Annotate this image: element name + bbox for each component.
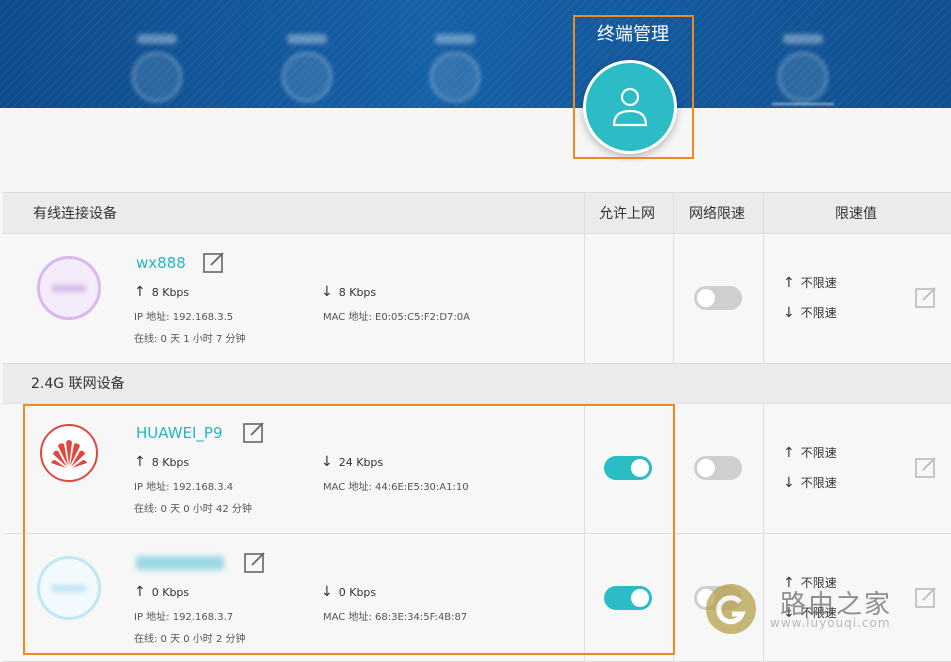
nav-tab-wifi[interactable] bbox=[405, 34, 505, 102]
upload-speed: 0 Kbps bbox=[151, 586, 190, 599]
watermark-url: www.luyouqi.com bbox=[770, 616, 891, 630]
watermark: 路由之家 www.luyouqi.com bbox=[706, 582, 946, 638]
wifi-icon bbox=[430, 52, 480, 102]
section-header: 2.4G 联网设备 bbox=[3, 364, 951, 404]
top-nav-bar: 终端管理 bbox=[0, 0, 951, 108]
watermark-logo-icon bbox=[706, 584, 756, 634]
ip-address: IP 地址: 192.168.3.7 bbox=[134, 612, 234, 623]
edit-limit-icon[interactable] bbox=[915, 286, 937, 308]
device-avatar: ▪▪▪▪▪ bbox=[37, 556, 101, 620]
mac-address: MAC 地址: E0:05:C5:F2:D7:0A bbox=[323, 312, 470, 323]
table-header: 有线连接设备 允许上网 网络限速 限速值 bbox=[3, 192, 951, 234]
nav-tab-device-management[interactable] bbox=[583, 60, 677, 154]
col-allow-internet: 允许上网 bbox=[599, 206, 655, 222]
online-time: 在线: 0 天 0 小时 2 分钟 bbox=[134, 634, 246, 645]
download-limit: 不限速 bbox=[800, 306, 837, 320]
nav-tab-more[interactable] bbox=[753, 34, 853, 102]
nav-tab-internet[interactable] bbox=[257, 34, 357, 102]
upload-limit: 不限速 bbox=[800, 446, 837, 460]
col-limit-value: 限速值 bbox=[835, 206, 877, 222]
col-wired-devices: 有线连接设备 bbox=[33, 206, 117, 222]
upload-speed: 8 Kbps bbox=[151, 456, 190, 469]
speed-limit-toggle[interactable] bbox=[694, 456, 742, 480]
chip-icon bbox=[282, 52, 332, 102]
online-time: 在线: 0 天 0 小时 42 分钟 bbox=[134, 504, 252, 515]
huawei-logo-icon bbox=[40, 424, 98, 482]
speed-limit-toggle[interactable] bbox=[694, 286, 742, 310]
download-speed: 24 Kbps bbox=[338, 456, 384, 469]
upload-speed: 8 Kbps bbox=[151, 286, 190, 299]
allow-internet-toggle[interactable] bbox=[604, 456, 652, 480]
nav-tab-home[interactable] bbox=[107, 34, 207, 102]
col-speed-limit: 网络限速 bbox=[689, 206, 745, 222]
menu-icon bbox=[778, 52, 828, 102]
mac-address: MAC 地址: 68:3E:34:5F:4B:87 bbox=[323, 612, 468, 623]
upload-limit: 不限速 bbox=[800, 276, 837, 290]
edit-name-icon[interactable] bbox=[243, 421, 265, 443]
device-avatar: ▪▪▪▪▪ bbox=[37, 256, 101, 320]
home-icon bbox=[132, 52, 182, 102]
online-time: 在线: 0 天 1 小时 7 分钟 bbox=[134, 334, 246, 345]
download-speed: 0 Kbps bbox=[338, 586, 377, 599]
download-speed: 8 Kbps bbox=[338, 286, 377, 299]
edit-limit-icon[interactable] bbox=[915, 456, 937, 478]
ip-address: IP 地址: 192.168.3.5 bbox=[134, 312, 234, 323]
edit-name-icon[interactable] bbox=[244, 551, 266, 573]
device-name: wx888 bbox=[136, 254, 186, 272]
download-limit: 不限速 bbox=[800, 476, 837, 490]
device-name bbox=[136, 556, 224, 570]
nav-underline bbox=[772, 103, 834, 105]
section-title: 2.4G 联网设备 bbox=[31, 376, 125, 392]
mac-address: MAC 地址: 44:6E:E5:30:A1:10 bbox=[323, 482, 469, 493]
edit-name-icon[interactable] bbox=[203, 251, 225, 273]
device-name: HUAWEI_P9 bbox=[136, 424, 223, 442]
table-row: ▪▪▪▪▪ wx888 ↑ 8 Kbps ↓ 8 Kbps IP 地址: 192.1… bbox=[3, 234, 951, 364]
nav-tab-device-management-label[interactable]: 终端管理 bbox=[575, 20, 691, 46]
user-icon bbox=[612, 87, 648, 127]
table-row: HUAWEI_P9 ↑ 8 Kbps ↓ 24 Kbps IP 地址: 192.16… bbox=[3, 404, 951, 534]
allow-internet-toggle[interactable] bbox=[604, 586, 652, 610]
ip-address: IP 地址: 192.168.3.4 bbox=[134, 482, 234, 493]
